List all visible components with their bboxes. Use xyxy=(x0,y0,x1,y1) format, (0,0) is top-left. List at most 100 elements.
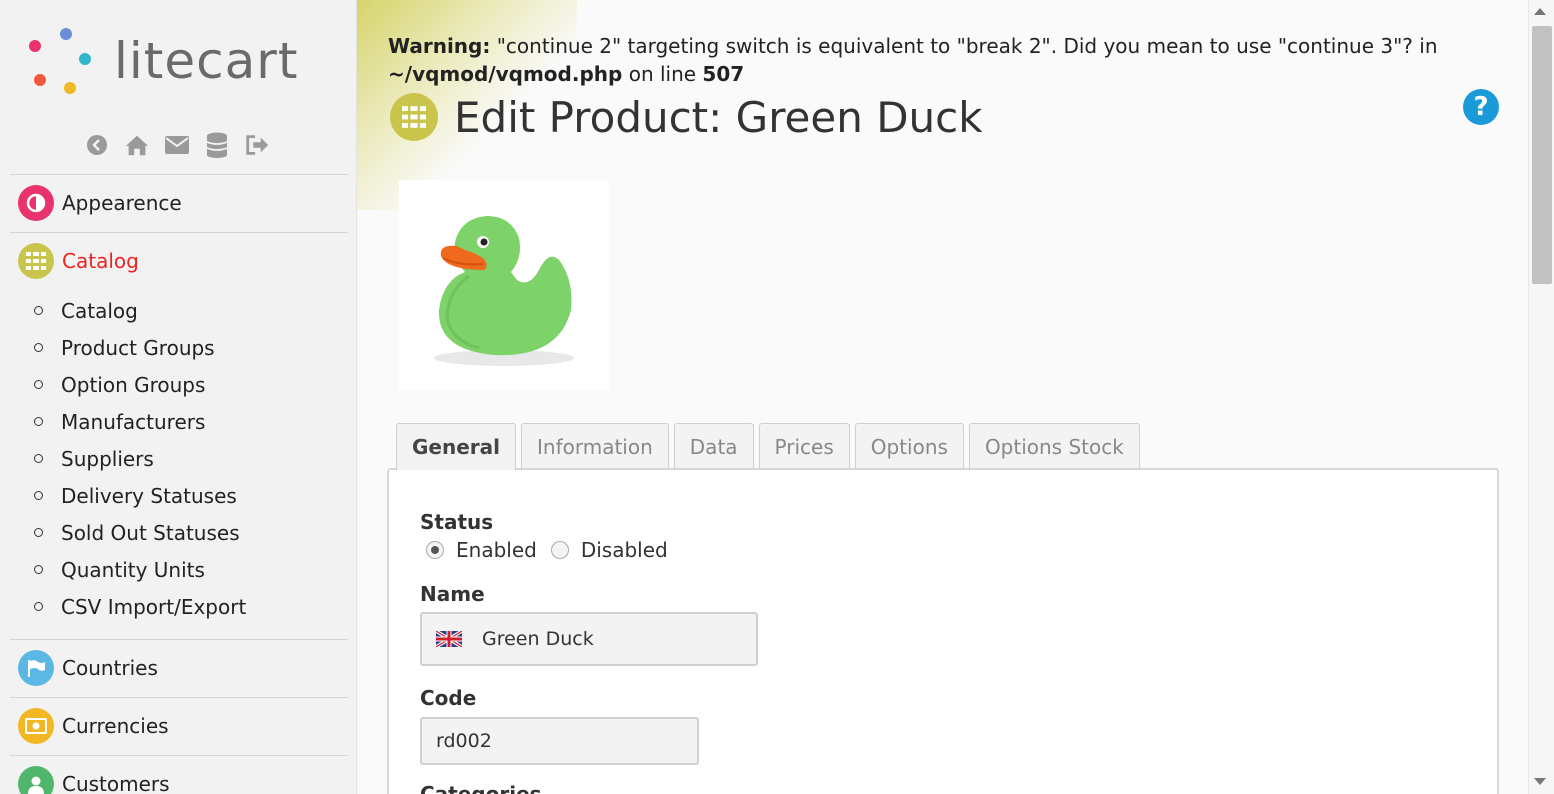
scroll-down-arrow-icon[interactable] xyxy=(1534,778,1546,785)
bullet xyxy=(34,602,43,611)
bullet xyxy=(34,343,43,352)
menu-label: Customers xyxy=(62,772,170,794)
status-disabled-radio[interactable] xyxy=(550,541,569,559)
page-title: Edit Product: Green Duck xyxy=(454,92,983,142)
divider xyxy=(10,174,348,175)
help-glyph: ? xyxy=(1473,92,1489,122)
quick-links xyxy=(84,130,274,160)
submenu-label: Delivery Statuses xyxy=(61,483,237,508)
tab-information[interactable]: Information xyxy=(521,423,669,469)
sidebar: litecart Appearence Catalog Catalog Prod… xyxy=(0,0,357,794)
name-label: Name xyxy=(420,582,485,606)
logo-dot xyxy=(29,40,41,52)
page-scrollbar[interactable] xyxy=(1528,0,1554,794)
status-enabled-label[interactable]: Enabled xyxy=(456,538,537,562)
menu-label: Currencies xyxy=(62,714,169,738)
mail-icon[interactable] xyxy=(164,132,190,158)
warning-on-line: on line xyxy=(622,62,703,86)
scroll-up-arrow-icon[interactable] xyxy=(1534,8,1546,15)
logo-dot xyxy=(79,53,91,65)
submenu-item-option-groups[interactable]: Option Groups xyxy=(34,366,246,403)
logout-icon[interactable] xyxy=(244,132,270,158)
warning-message: "continue 2" targeting switch is equival… xyxy=(490,34,1438,58)
bullet xyxy=(34,528,43,537)
submenu-label: Sold Out Statuses xyxy=(61,520,240,545)
page-header: Edit Product: Green Duck xyxy=(390,92,983,142)
submenu-label: Option Groups xyxy=(61,372,206,397)
main-content: Warning: "continue 2" targeting switch i… xyxy=(357,0,1528,794)
bullet xyxy=(34,565,43,574)
green-duck-image xyxy=(434,216,574,366)
divider xyxy=(10,232,348,233)
bullet xyxy=(34,491,43,500)
radio-checked-dot xyxy=(431,546,439,554)
divider xyxy=(10,755,348,756)
warning-prefix: Warning: xyxy=(388,34,491,58)
submenu-item-product-groups[interactable]: Product Groups xyxy=(34,329,246,366)
submenu-label: Catalog xyxy=(61,298,138,323)
menu-countries[interactable]: Countries xyxy=(18,650,158,686)
bullet xyxy=(34,454,43,463)
warning-file: ~/vqmod/vqmod.php xyxy=(388,62,623,86)
logo-dot xyxy=(60,28,72,40)
status-enabled-radio[interactable] xyxy=(426,541,444,559)
bullet xyxy=(34,306,43,315)
bullet xyxy=(34,380,43,389)
submenu-item-suppliers[interactable]: Suppliers xyxy=(34,440,246,477)
product-image[interactable] xyxy=(399,180,609,390)
code-value: rd002 xyxy=(436,730,492,752)
submenu-label: Suppliers xyxy=(61,446,154,471)
submenu-label: CSV Import/Export xyxy=(61,594,247,619)
submenu-item-csv-import-export[interactable]: CSV Import/Export xyxy=(34,588,246,625)
logo-text: litecart xyxy=(114,32,299,90)
bullet xyxy=(34,417,43,426)
logo-dot xyxy=(64,82,76,94)
half-circle-icon xyxy=(18,185,54,221)
flag-icon xyxy=(18,650,54,686)
name-input[interactable]: Green Duck xyxy=(420,612,758,666)
database-icon[interactable] xyxy=(204,132,230,158)
php-warning: Warning: "continue 2" targeting switch i… xyxy=(388,32,1488,88)
submenu-label: Product Groups xyxy=(61,335,215,360)
uk-flag-icon xyxy=(436,631,462,647)
divider xyxy=(10,697,348,698)
menu-label: Countries xyxy=(62,656,158,680)
code-input[interactable]: rd002 xyxy=(420,717,699,765)
litecart-logo[interactable]: litecart xyxy=(24,24,344,102)
tab-data[interactable]: Data xyxy=(673,423,754,469)
status-radio-group: Enabled Disabled xyxy=(426,538,668,562)
menu-label: Catalog xyxy=(62,249,139,273)
submenu-label: Manufacturers xyxy=(61,409,206,434)
status-label: Status xyxy=(420,510,494,534)
menu-catalog[interactable]: Catalog xyxy=(18,243,139,279)
tab-prices[interactable]: Prices xyxy=(758,423,850,469)
menu-customers[interactable]: Customers xyxy=(18,766,170,794)
menu-currencies[interactable]: Currencies xyxy=(18,708,169,744)
user-icon xyxy=(18,766,54,794)
logo-dot xyxy=(34,74,46,86)
submenu-item-catalog[interactable]: Catalog xyxy=(34,292,246,329)
name-value: Green Duck xyxy=(482,628,594,650)
divider xyxy=(10,639,348,640)
tab-options-stock[interactable]: Options Stock xyxy=(968,423,1140,469)
scrollbar-thumb[interactable] xyxy=(1532,26,1552,284)
submenu-item-manufacturers[interactable]: Manufacturers xyxy=(34,403,246,440)
categories-label: Categories xyxy=(420,782,542,794)
status-disabled-label[interactable]: Disabled xyxy=(581,538,668,562)
tab-general[interactable]: General xyxy=(396,423,516,470)
submenu-item-quantity-units[interactable]: Quantity Units xyxy=(34,551,246,588)
warning-line: 507 xyxy=(702,62,745,86)
home-icon[interactable] xyxy=(124,132,150,158)
submenu-item-delivery-statuses[interactable]: Delivery Statuses xyxy=(34,477,246,514)
tab-options[interactable]: Options xyxy=(854,423,964,469)
product-tabs: General Information Data Prices Options … xyxy=(396,423,1145,470)
menu-label: Appearence xyxy=(62,191,182,215)
submenu-item-sold-out-statuses[interactable]: Sold Out Statuses xyxy=(34,514,246,551)
menu-appearence[interactable]: Appearence xyxy=(18,185,182,221)
code-label: Code xyxy=(420,686,477,710)
grid-icon xyxy=(390,93,438,141)
help-icon[interactable]: ? xyxy=(1463,89,1499,125)
back-icon[interactable] xyxy=(84,132,110,158)
money-icon xyxy=(18,708,54,744)
submenu-label: Quantity Units xyxy=(61,557,205,582)
